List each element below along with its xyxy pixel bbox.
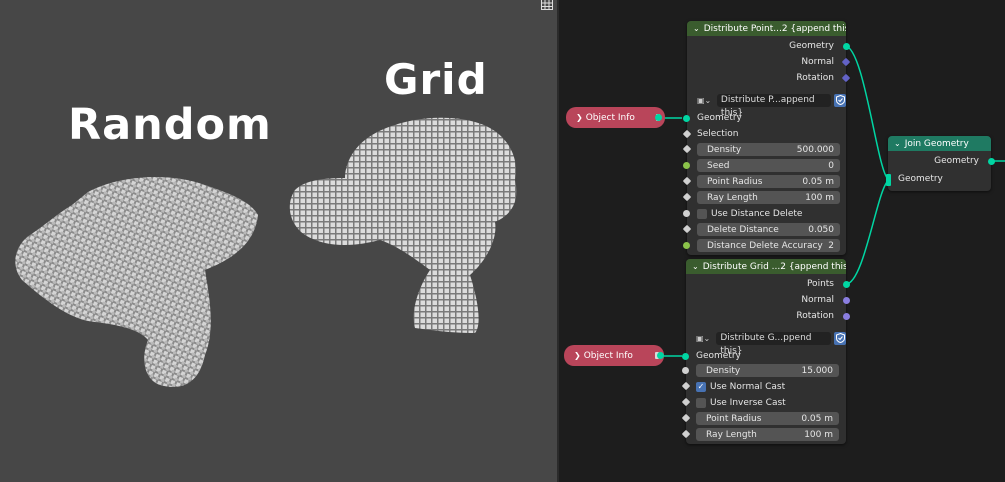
density-field[interactable]: Density 15.000: [696, 364, 839, 377]
distribute-points-node[interactable]: ⌄ Distribute Point...2 {append this} Geo…: [682, 21, 851, 255]
point-clouds: [15, 117, 517, 387]
field-label: Density: [707, 144, 742, 155]
accuracy-socket[interactable]: [683, 242, 690, 249]
output-rotation: Rotation: [796, 311, 834, 321]
geometry-input-socket[interactable]: [683, 115, 690, 122]
3d-viewport[interactable]: Random Grid: [0, 0, 557, 482]
use-inverse-cast-checkbox[interactable]: Use Inverse Cast: [696, 396, 786, 409]
node-title: Distribute Point...2 {append this}: [703, 23, 846, 34]
object-info-label: Object Info: [585, 112, 635, 123]
rotation-socket[interactable]: [843, 313, 850, 320]
geometry-output-socket[interactable]: [655, 114, 662, 121]
output-rotation: Rotation: [796, 73, 834, 83]
grid-point-cloud: [289, 117, 517, 333]
field-value: 15.000: [801, 365, 834, 376]
geometry-input-socket[interactable]: [682, 353, 689, 360]
node-header[interactable]: ⌄ Distribute Grid ...2 {append this}: [686, 259, 846, 274]
ray-length-field[interactable]: Ray Length 100 m: [697, 191, 840, 204]
node-editor[interactable]: ❯ Object Info ❯ Object Info ⌄ Distribute…: [559, 0, 1005, 482]
checkbox-checked[interactable]: ✓: [696, 381, 706, 392]
node-header[interactable]: ⌄ Join Geometry: [888, 136, 991, 151]
node-title: Join Geometry: [904, 138, 969, 149]
field-value: 500.000: [796, 144, 834, 155]
field-value: 100 m: [804, 429, 833, 440]
field-value: 0: [828, 160, 834, 171]
checkbox-label: Use Distance Delete: [711, 208, 803, 219]
node-group-selector[interactable]: ▣⌄ Distribute G...ppend this}: [696, 331, 846, 356]
output-normal: Normal: [801, 57, 834, 67]
use-normal-cast-checkbox[interactable]: ✓ Use Normal Cast: [696, 380, 785, 393]
field-label: Distance Delete Accuracy: [707, 240, 823, 251]
node-title: Distribute Grid ...2 {append this}: [702, 261, 846, 272]
field-label: Density: [706, 365, 741, 376]
ray-length-field[interactable]: Ray Length 100 m: [696, 428, 839, 441]
output-points: Points: [806, 279, 834, 289]
object-info-node[interactable]: ❯ Object Info: [566, 107, 665, 128]
geometry-output-socket[interactable]: [657, 352, 664, 359]
group-name-field[interactable]: Distribute P...append this}: [716, 93, 832, 118]
field-value: 2: [828, 240, 834, 251]
field-value: 100 m: [805, 192, 834, 203]
field-label: Ray Length: [707, 192, 758, 203]
output-normal: Normal: [801, 295, 834, 305]
input-selection-label: Selection: [697, 129, 739, 139]
density-socket[interactable]: [682, 367, 689, 374]
field-label: Seed: [707, 160, 730, 171]
point-radius-field[interactable]: Point Radius 0.05 m: [696, 412, 839, 425]
output-geometry: Geometry: [934, 156, 979, 166]
join-geometry-node[interactable]: ⌄ Join Geometry Geometry Geometry: [886, 136, 995, 191]
checkbox[interactable]: [696, 397, 706, 408]
object-info-node[interactable]: ❯ Object Info: [564, 345, 664, 366]
field-value: 0.05 m: [802, 176, 834, 187]
node-header[interactable]: ⌄ Distribute Point...2 {append this}: [687, 21, 846, 36]
field-label: Ray Length: [706, 429, 757, 440]
object-info-label: Object Info: [583, 350, 633, 361]
points-socket[interactable]: [843, 281, 850, 288]
chevron-down-icon[interactable]: ⌄: [692, 262, 699, 271]
seed-field[interactable]: Seed 0: [697, 159, 840, 172]
node-tree-icon[interactable]: ▣⌄: [696, 332, 714, 344]
distribute-grid-node[interactable]: ⌄ Distribute Grid ...2 {append this} Poi…: [681, 259, 850, 444]
chevron-right-icon[interactable]: ❯: [574, 351, 581, 360]
output-geometry: Geometry: [789, 41, 834, 51]
node-group-selector[interactable]: ▣⌄ Distribute P...append this}: [697, 93, 846, 118]
chevron-down-icon[interactable]: ⌄: [693, 24, 700, 33]
fake-user-shield-icon[interactable]: [834, 93, 846, 107]
normal-socket[interactable]: [843, 297, 850, 304]
use-distance-delete-socket[interactable]: [683, 210, 690, 217]
field-value: 0.050: [808, 224, 834, 235]
field-label: Delete Distance: [707, 224, 779, 235]
input-geometry-label: Geometry: [697, 113, 742, 123]
use-distance-delete-checkbox[interactable]: Use Distance Delete: [697, 207, 802, 220]
node-tree-icon[interactable]: ▣⌄: [697, 94, 715, 106]
distance-delete-accuracy-field[interactable]: Distance Delete Accuracy 2: [697, 239, 840, 252]
density-field[interactable]: Density 500.000: [697, 143, 840, 156]
checkbox[interactable]: [697, 208, 707, 219]
geometry-socket[interactable]: [843, 43, 850, 50]
chevron-down-icon[interactable]: ⌄: [894, 139, 901, 148]
point-radius-field[interactable]: Point Radius 0.05 m: [697, 175, 840, 188]
input-geometry-label: Geometry: [898, 174, 943, 184]
input-geometry-label: Geometry: [696, 351, 741, 361]
field-label: Point Radius: [706, 413, 762, 424]
seed-socket[interactable]: [683, 162, 690, 169]
checkbox-label: Use Normal Cast: [710, 381, 786, 392]
fake-user-shield-icon[interactable]: [834, 331, 846, 345]
group-name-field[interactable]: Distribute G...ppend this}: [716, 331, 832, 356]
field-label: Point Radius: [707, 176, 763, 187]
random-point-cloud: [15, 176, 258, 387]
multi-input-socket[interactable]: [886, 174, 891, 186]
field-value: 0.05 m: [801, 413, 833, 424]
chevron-right-icon[interactable]: ❯: [576, 113, 583, 122]
geometry-output-socket[interactable]: [988, 158, 995, 165]
delete-distance-field[interactable]: Delete Distance 0.050: [697, 223, 840, 236]
checkbox-label: Use Inverse Cast: [710, 397, 786, 408]
